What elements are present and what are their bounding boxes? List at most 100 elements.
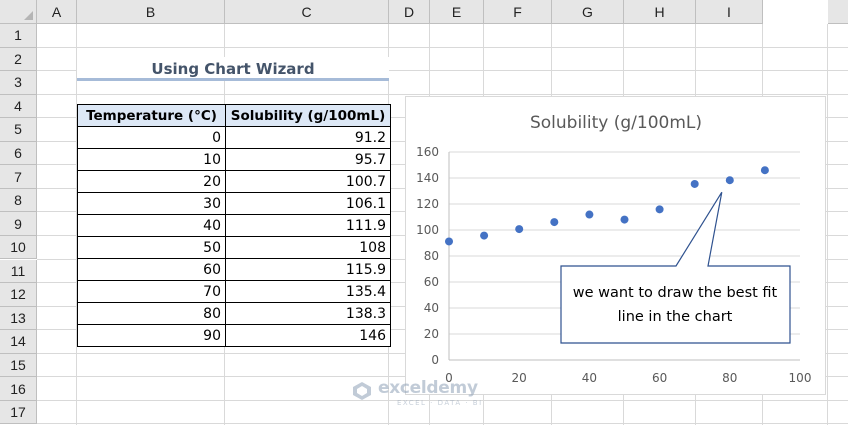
column-header-h[interactable]: H xyxy=(624,0,696,24)
data-point xyxy=(690,179,699,188)
solubility-cell[interactable]: 115.9 xyxy=(225,258,391,281)
solubility-cell[interactable]: 91.2 xyxy=(225,126,391,149)
scatter-chart[interactable]: Solubility (g/100mL) 0 20 40 60 80 100 120 140 16… xyxy=(405,96,826,395)
chart-title: Solubility (g/100mL) xyxy=(530,113,702,133)
column-header-a[interactable]: A xyxy=(37,0,77,24)
x-tick-label: 40 xyxy=(582,371,597,385)
data-point xyxy=(480,231,489,240)
table-header-row: Temperature (°C) Solubility (g/100mL) xyxy=(77,104,391,127)
data-point xyxy=(445,237,453,246)
data-point xyxy=(550,218,559,227)
temperature-cell[interactable]: 40 xyxy=(77,214,226,237)
column-header-g[interactable]: G xyxy=(552,0,624,24)
y-tick-label: 160 xyxy=(416,145,439,159)
column-header-c[interactable]: C xyxy=(225,0,389,24)
row-header-16[interactable]: 16 xyxy=(0,377,37,401)
row-header-5[interactable]: 5 xyxy=(0,118,37,142)
row-gridline xyxy=(37,93,848,95)
x-tick-label: 20 xyxy=(512,371,527,385)
table-row: 90 146 xyxy=(77,324,391,347)
table-row: 50 108 xyxy=(77,236,391,259)
row-header-7[interactable]: 7 xyxy=(0,165,37,189)
temperature-cell[interactable]: 60 xyxy=(77,258,226,281)
y-tick-label: 20 xyxy=(424,327,439,341)
temperature-cell[interactable]: 10 xyxy=(77,148,226,171)
solubility-cell[interactable]: 135.4 xyxy=(225,280,391,303)
table-row: 40 111.9 xyxy=(77,214,391,237)
y-tick-label: 60 xyxy=(424,275,439,289)
solubility-cell[interactable]: 111.9 xyxy=(225,214,391,237)
data-point xyxy=(655,205,664,214)
table-row: 10 95.7 xyxy=(77,148,391,171)
table-row: 60 115.9 xyxy=(77,258,391,281)
row-header-1[interactable]: 1 xyxy=(0,24,37,48)
row-header-9[interactable]: 9 xyxy=(0,212,37,236)
solubility-cell[interactable]: 106.1 xyxy=(225,192,391,215)
temperature-cell[interactable]: 70 xyxy=(77,280,226,303)
x-tick-label: 100 xyxy=(789,371,812,385)
row-header-2[interactable]: 2 xyxy=(0,47,37,72)
temperature-cell[interactable]: 0 xyxy=(77,126,226,149)
column-gridline xyxy=(827,24,828,425)
table-row: 20 100.7 xyxy=(77,170,391,193)
row-gridline xyxy=(37,46,848,48)
data-point xyxy=(515,225,524,234)
y-tick-label: 100 xyxy=(416,223,439,237)
column-header-e[interactable]: E xyxy=(430,0,484,24)
chart-svg: Solubility (g/100mL) 0 20 40 60 80 100 120 140 16… xyxy=(416,113,812,385)
y-tick-label: 80 xyxy=(424,249,439,263)
solubility-cell[interactable]: 146 xyxy=(225,324,391,347)
spreadsheet: ABCDEFGHI 1 2 3 4 5 6 7 8 9 10 11 12 13 14 15 16 17 Usin… xyxy=(0,0,848,425)
table-row: 70 135.4 xyxy=(77,280,391,303)
column-header-f[interactable]: F xyxy=(484,0,552,24)
temperature-cell[interactable]: 30 xyxy=(77,192,226,215)
x-tick-label: 60 xyxy=(652,371,667,385)
data-point xyxy=(585,210,594,219)
header-solubility[interactable]: Solubility (g/100mL) xyxy=(225,104,391,127)
data-point xyxy=(760,166,769,175)
header-temperature[interactable]: Temperature (°C) xyxy=(77,104,226,127)
y-tick-label: 40 xyxy=(424,301,439,315)
solubility-cell[interactable]: 100.7 xyxy=(225,170,391,193)
row-header-17[interactable]: 17 xyxy=(0,400,37,425)
temperature-cell[interactable]: 50 xyxy=(77,236,226,259)
select-all-icon xyxy=(24,11,33,20)
temperature-cell[interactable]: 90 xyxy=(77,324,226,347)
select-all-corner[interactable] xyxy=(0,0,37,24)
row-header-12[interactable]: 12 xyxy=(0,283,37,307)
watermark-name: exceldemy xyxy=(378,378,478,398)
row-gridline xyxy=(37,423,848,425)
watermark-sub: EXCEL · DATA · BI xyxy=(397,399,483,407)
exceldemy-logo-icon xyxy=(353,382,371,400)
column-header-d[interactable]: D xyxy=(389,0,430,24)
row-header-4[interactable]: 4 xyxy=(0,94,37,119)
row-header-13[interactable]: 13 xyxy=(0,306,37,331)
table-row: 0 91.2 xyxy=(77,126,391,149)
solubility-cell[interactable]: 138.3 xyxy=(225,302,391,325)
solubility-cell[interactable]: 95.7 xyxy=(225,148,391,171)
y-tick-label: 140 xyxy=(416,171,439,185)
solubility-cell[interactable]: 108 xyxy=(225,236,391,259)
data-table: Temperature (°C) Solubility (g/100mL) 09… xyxy=(77,104,391,347)
row-header-15[interactable]: 15 xyxy=(0,353,37,378)
y-tick-label: 120 xyxy=(416,197,439,211)
watermark: exceldemy EXCEL · DATA · BI xyxy=(352,378,502,408)
sheet-title[interactable]: Using Chart Wizard xyxy=(77,57,389,80)
y-tick-label: 0 xyxy=(431,353,439,367)
temperature-cell[interactable]: 20 xyxy=(77,170,226,193)
row-header-6[interactable]: 6 xyxy=(0,141,37,166)
column-header-b[interactable]: B xyxy=(77,0,225,24)
row-header-14[interactable]: 14 xyxy=(0,330,37,354)
column-header-partial[interactable] xyxy=(828,0,848,24)
callout-text[interactable]: we want to draw the best fit line in the… xyxy=(560,266,790,343)
row-header-11[interactable]: 11 xyxy=(0,259,37,284)
data-point xyxy=(620,215,629,224)
data-point xyxy=(725,176,734,185)
table-row: 30 106.1 xyxy=(77,192,391,215)
temperature-cell[interactable]: 80 xyxy=(77,302,226,325)
column-header-i[interactable]: I xyxy=(696,0,763,24)
title-underline xyxy=(77,78,389,81)
row-header-8[interactable]: 8 xyxy=(0,188,37,213)
row-header-3[interactable]: 3 xyxy=(0,71,37,95)
row-header-10[interactable]: 10 xyxy=(0,235,37,260)
